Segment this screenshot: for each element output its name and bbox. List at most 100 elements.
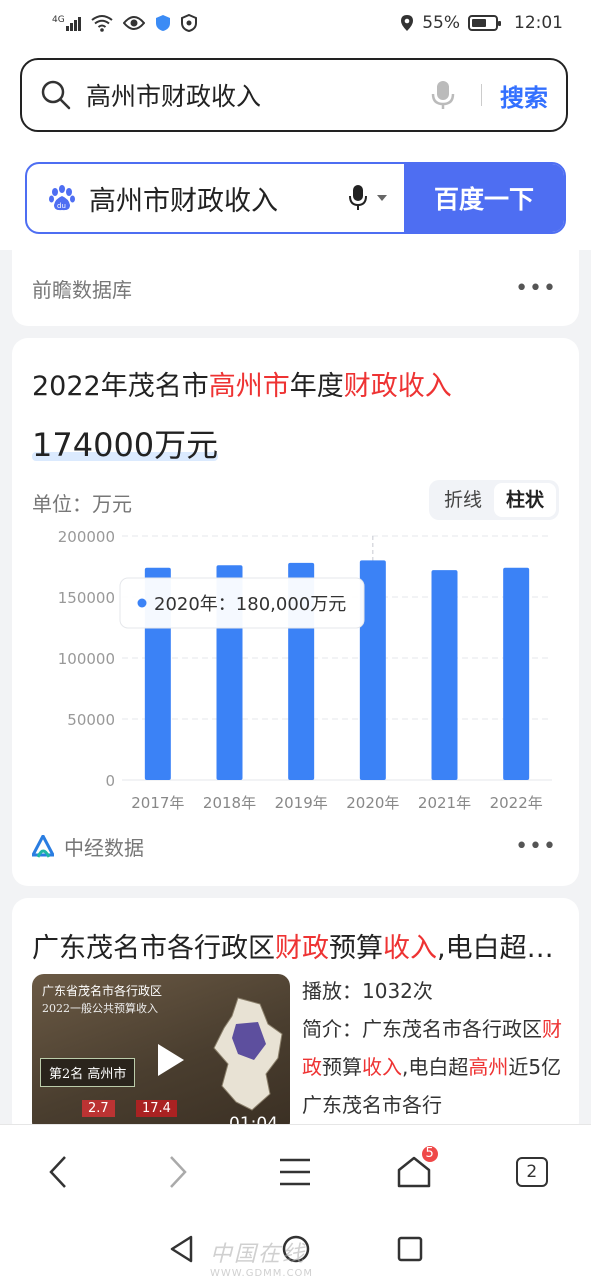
watermark: 中国在线 WWW.GDMM.COM [210,1236,313,1279]
x-tick-label: 2022年 [490,794,543,812]
y-tick-label: 150000 [58,589,115,607]
title-highlight: 收入 [383,933,437,964]
headline-value: 174000万元 [32,426,219,464]
wifi-icon [91,15,113,32]
status-left: 4G [52,14,197,32]
tooltip-dot [137,598,147,608]
thumb-title: 广东省茂名市各行政区 [42,984,163,998]
back-button[interactable] [29,1142,89,1202]
y-tick-label: 0 [105,772,115,790]
y-tick-label: 100000 [58,650,115,668]
thumb-label: 第2名 高州市 [40,1058,136,1087]
watermark-brand: 中国在线 [210,1242,307,1267]
intro-part: 预算 [322,1055,362,1079]
video-info: 播放：1032次 简介：广东茂名市各行政区财政预算收入,电白超高州近5亿 广东茂… [302,972,572,1124]
status-right: 55% 12:01 [400,13,563,33]
play-icon[interactable] [148,1040,188,1080]
chart-type-toggle: 折线 柱状 [428,480,559,520]
forward-button[interactable] [147,1142,207,1202]
video-thumbnail[interactable]: 广东省茂名市各行政区 2022一般公共预算收入 第2名 高州市 2.7 17.4… [32,974,290,1134]
x-tick-label: 2019年 [275,794,328,812]
result-source[interactable]: 前瞻数据库 [32,274,132,303]
x-tick-label: 2021年 [418,794,471,812]
search-button[interactable]: 搜索 [500,78,548,113]
browser-search-box[interactable]: 高州市财政收入 搜索 [20,58,568,132]
bar [503,567,530,780]
svg-text:du: du [57,202,66,210]
browser-search-bar: 高州市财政收入 搜索 [0,46,591,142]
more-options-icon[interactable]: ••• [515,276,557,301]
title-highlight: 财政 [275,933,329,964]
more-options-icon[interactable]: ••• [515,834,557,859]
system-back-icon[interactable] [169,1235,195,1263]
previous-result-card: 前瞻数据库 ••• [12,250,579,326]
x-tick-label: 2018年 [203,794,256,812]
x-tick-label: 2020年 [346,794,399,812]
chart-tooltip: 2020年：180,000万元 [119,577,365,629]
toggle-line[interactable]: 折线 [432,483,494,517]
baidu-search-box: du 高州市财政收入 百度一下 [25,162,566,234]
title-highlight: 财政收入 [343,371,452,402]
status-bar: 4G 55% 12:01 [0,0,591,46]
chevron-left-icon [49,1155,67,1188]
divider [481,84,482,106]
title-part: 2022年茂名市 [32,371,209,402]
battery-level [472,19,487,27]
data-source-label: 中经数据 [64,836,144,860]
battery-icon [468,15,501,31]
data-result-card: 2022年茂名市高州市年度财政收入 174000万元 单位：万元 折线 柱状 0… [12,338,579,886]
browser-search-query[interactable]: 高州市财政收入 [86,77,431,113]
intro-part: 简介：广东茂名市各行政区 [302,1017,542,1041]
battery-percent: 55% [422,13,460,33]
video-result-title[interactable]: 广东茂名市各行政区财政预算收入,电白超高州近5亿 广东茂名市各行政区财政预算收入 [32,926,562,965]
y-tick-label: 200000 [58,528,115,546]
microphone-icon[interactable] [431,79,455,111]
intro-highlight: 高州 [468,1055,509,1079]
watermark-site: WWW.GDMM.COM [210,1268,314,1279]
chevron-right-icon [170,1155,187,1188]
thumb-subtitle: 2022一般公共预算收入 [42,1002,158,1015]
baidu-search-bar: du 高州市财政收入 百度一下 [0,142,591,250]
browser-bottom-nav: 5 2 [0,1124,591,1218]
caret-down-icon [377,195,387,201]
tabs-count: 2 [515,1156,548,1187]
title-part: ,电白超高州近5亿 广东茂名市各行政区财政预算收入 [437,933,562,964]
baidu-paw-icon: du [49,185,75,211]
y-tick-label: 50000 [67,711,115,729]
intro-highlight: 收入 [362,1055,402,1079]
thumb-number: 2.7 [82,1100,115,1117]
voice-input-button[interactable] [348,183,388,213]
title-highlight: 高州市 [208,371,290,402]
title-part: 年度 [289,371,344,402]
shield-icon [155,15,170,31]
unit-label: 单位：万元 [32,492,132,516]
data-card-title[interactable]: 2022年茂名市高州市年度财政收入 [32,364,452,403]
cellular-signal-icon: 4G [52,15,81,31]
clock: 12:01 [514,13,563,33]
intro-part: ,电白超 [402,1055,469,1079]
baidu-search-query[interactable]: 高州市财政收入 [89,179,348,218]
home-button[interactable]: 5 [384,1142,444,1202]
data-source[interactable]: 中经数据 [32,832,144,861]
tabs-button[interactable]: 2 [502,1142,562,1202]
video-plays: 播放：1032次 [302,979,433,1003]
zhongjing-logo-icon [32,834,54,858]
baidu-search-button[interactable]: 百度一下 [404,164,564,232]
search-icon [41,80,71,110]
title-part: 预算 [329,933,383,964]
thumb-number: 17.4 [136,1100,177,1117]
lock-shield-icon [180,14,197,32]
toggle-bar[interactable]: 柱状 [493,483,556,517]
bar [431,570,458,780]
notification-badge: 5 [419,1143,440,1164]
system-recents-icon[interactable] [397,1236,423,1262]
x-tick-label: 2017年 [131,794,184,812]
title-part: 广东茂名市各行政区 [32,933,275,964]
tooltip-text: 2020年：180,000万元 [154,594,346,615]
menu-button[interactable] [265,1142,325,1202]
microphone-icon [349,185,367,210]
eye-icon [122,16,145,30]
bar-chart: 0 50000 100000 150000 200000 2017年 2018年 2019年 2… [58,528,552,812]
video-intro: 简介：广东茂名市各行政区财政预算收入,电白超高州近5亿 广东茂名市各行 [302,1010,572,1124]
baidu-search-input[interactable]: du 高州市财政收入 [27,164,404,232]
